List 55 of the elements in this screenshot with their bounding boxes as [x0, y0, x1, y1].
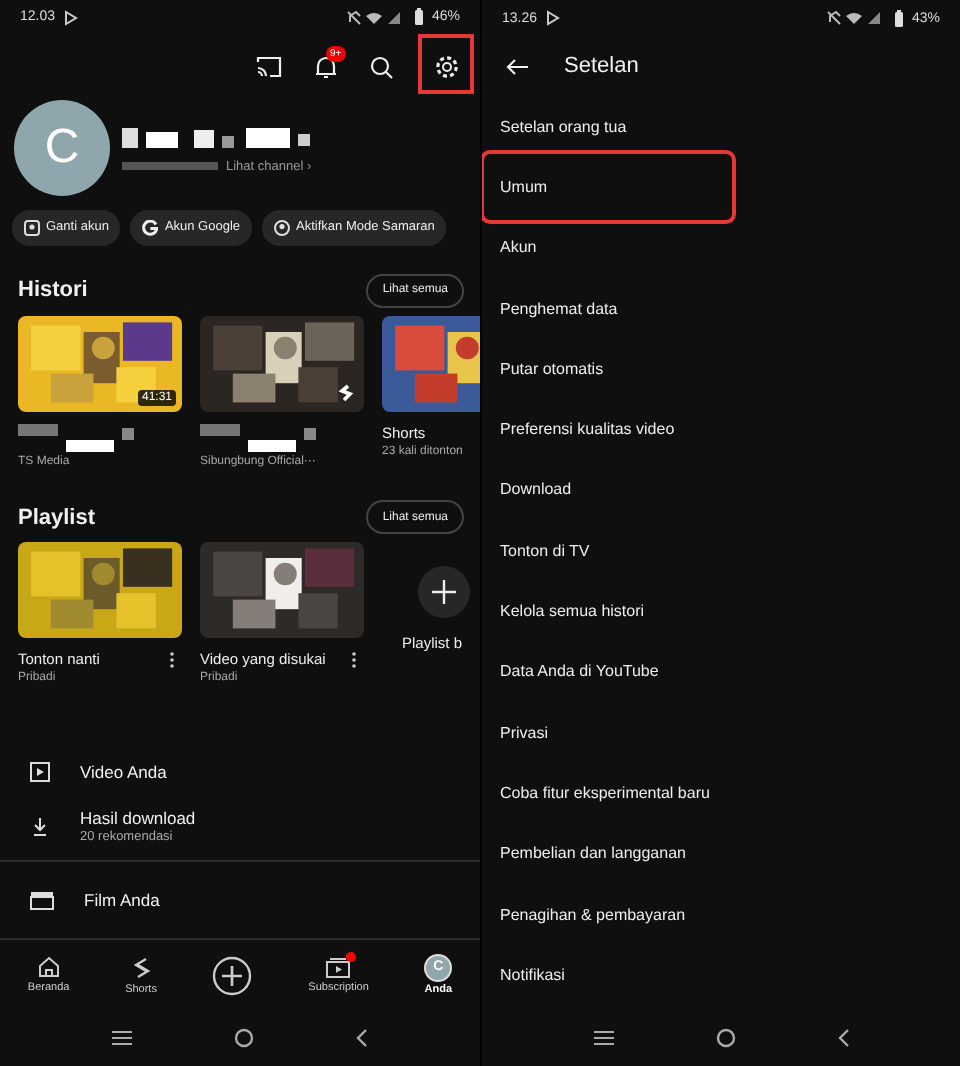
settings-item[interactable]: Setelan orang tua [500, 117, 627, 136]
plus-circle-icon [212, 955, 253, 996]
settings-item[interactable]: Coba fitur eksperimental baru [500, 783, 710, 802]
battery-icon [893, 9, 904, 27]
settings-item[interactable]: Privasi [500, 723, 549, 742]
bell-icon[interactable] [314, 54, 338, 81]
status-icons [345, 9, 406, 26]
recent-apps-icon[interactable] [593, 1030, 613, 1046]
shorts-icon [131, 955, 152, 980]
settings-item[interactable]: Tonton di TV [500, 541, 590, 560]
new-playlist-button[interactable] [418, 566, 470, 619]
redaction-mask [18, 423, 138, 451]
search-icon[interactable] [370, 55, 394, 80]
home-circle-icon[interactable] [233, 1028, 254, 1048]
play-icon [30, 761, 50, 782]
redaction-mask [122, 160, 218, 173]
subscriptions-icon [326, 956, 351, 979]
status-icons [825, 10, 886, 26]
download-icon [30, 815, 50, 836]
settings-item[interactable]: Penagihan & pembayaran [500, 905, 686, 923]
plus-icon [432, 580, 456, 605]
play-store-icon [545, 10, 560, 26]
settings-item[interactable]: Download [500, 480, 572, 499]
menu-item[interactable]: Hasil download [80, 807, 196, 828]
back-chevron-icon[interactable] [356, 1028, 369, 1048]
settings-item[interactable]: Pembelian dan langganan [500, 844, 686, 863]
redaction-mask [200, 423, 320, 451]
recent-apps-icon[interactable] [111, 1030, 132, 1046]
cast-icon[interactable] [256, 56, 282, 79]
battery-icon [413, 8, 424, 27]
home-circle-icon[interactable] [715, 1028, 735, 1048]
back-arrow-icon[interactable] [506, 57, 528, 75]
settings-item[interactable]: Notifikasi [500, 965, 565, 984]
back-chevron-icon[interactable] [837, 1028, 849, 1048]
play-store-icon [63, 9, 78, 26]
google-icon [142, 219, 159, 236]
section-title: Histori [18, 278, 88, 302]
page-title: Setelan [564, 54, 639, 78]
settings-item[interactable]: Umum [500, 177, 548, 196]
menu-item[interactable]: Film Anda [84, 890, 160, 911]
menu-item[interactable]: Video Anda [80, 761, 167, 782]
incognito-icon [274, 219, 291, 236]
home-icon [37, 956, 60, 979]
nav-tab[interactable] [212, 955, 253, 996]
settings-item[interactable]: Penghemat data [500, 299, 618, 318]
settings-item[interactable]: Putar otomatis [500, 359, 604, 378]
shorts-icon [338, 383, 354, 401]
account-switch-icon [24, 219, 40, 236]
settings-item[interactable]: Kelola semua histori [500, 602, 645, 621]
settings-item[interactable]: Preferensi kualitas video [500, 420, 675, 439]
settings-icon[interactable] [434, 54, 460, 81]
settings-item[interactable]: Akun [500, 238, 537, 257]
settings-item[interactable]: Data Anda di YouTube [500, 662, 659, 681]
clapperboard-icon [30, 890, 54, 911]
section-title: Playlist [18, 505, 96, 530]
